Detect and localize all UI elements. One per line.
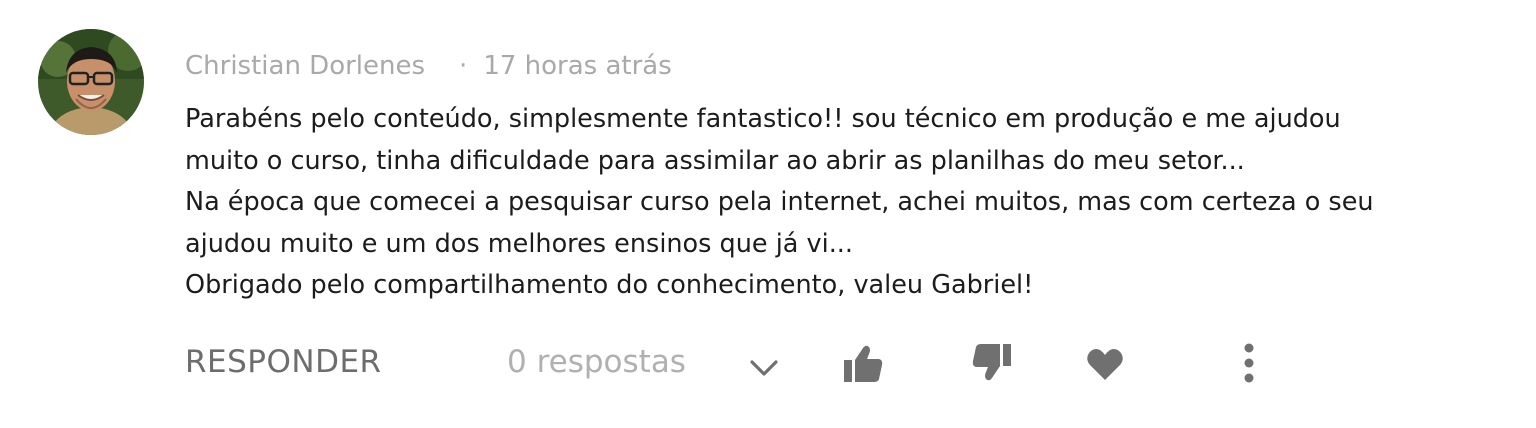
- author-name[interactable]: Christian Dorlenes: [185, 51, 425, 81]
- replies-count: 0 respostas: [507, 344, 686, 380]
- avatar-image: [38, 29, 144, 135]
- comment-line: Na época que comecei a pesquisar curso p…: [185, 187, 1374, 217]
- thumbs-up-icon[interactable]: [840, 342, 886, 386]
- comment-line: Obrigado pelo compartilhamento do conhec…: [185, 270, 1034, 300]
- comment-meta: Christian Dorlenes · 17 horas atrás: [185, 48, 672, 84]
- more-vertical-icon[interactable]: [1234, 340, 1264, 386]
- thumbs-down-icon[interactable]: [968, 340, 1016, 384]
- avatar[interactable]: [38, 29, 144, 135]
- timestamp: 17 horas atrás: [483, 51, 672, 81]
- comment-line: ajudou muito e um dos melhores ensinos q…: [185, 228, 854, 259]
- heart-icon[interactable]: [1084, 344, 1126, 384]
- meta-separator: ·: [459, 51, 468, 81]
- comment-line: Parabéns pelo conteúdo, simplesmente fan…: [185, 104, 1341, 134]
- chevron-down-icon[interactable]: [746, 350, 782, 386]
- comment-card: Christian Dorlenes · 17 horas atrás Parabé…: [0, 0, 1536, 428]
- comment-text: Parabéns pelo conteúdo, simplesmente fan…: [185, 99, 1485, 307]
- reply-button[interactable]: RESPONDER: [185, 344, 382, 380]
- comment-line: muito o curso, tinha dificuldade para as…: [185, 145, 1245, 176]
- comment-actions: RESPONDER 0 respostas: [0, 336, 1536, 392]
